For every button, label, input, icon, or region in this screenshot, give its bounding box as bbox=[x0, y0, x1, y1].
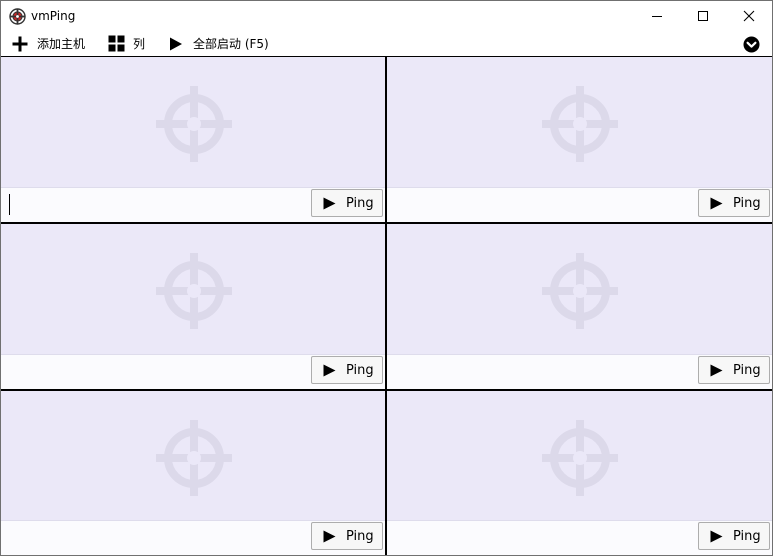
ping-button[interactable]: Ping bbox=[311, 356, 383, 384]
app-window: vmPing 添加主机 列 全部启动 (F5) Ping Ping Ping P… bbox=[0, 0, 773, 556]
ping-button-label: Ping bbox=[346, 362, 374, 378]
play-icon bbox=[709, 196, 723, 210]
probe-cell: Ping bbox=[387, 57, 772, 222]
text-caret bbox=[9, 194, 10, 215]
probe-grid: Ping Ping Ping Ping Ping Ping bbox=[1, 56, 772, 555]
probe-cell: Ping bbox=[387, 224, 772, 389]
play-icon bbox=[322, 363, 336, 377]
maximize-button[interactable] bbox=[680, 1, 726, 31]
crosshair-icon bbox=[542, 86, 618, 162]
columns-label: 列 bbox=[133, 36, 146, 51]
target-icon bbox=[9, 8, 26, 25]
host-input[interactable] bbox=[1, 521, 317, 554]
host-input[interactable] bbox=[387, 188, 703, 221]
ping-button-label: Ping bbox=[733, 362, 761, 378]
close-icon bbox=[743, 10, 755, 22]
ping-button[interactable]: Ping bbox=[311, 189, 383, 217]
play-icon bbox=[322, 196, 336, 210]
start-all-button[interactable]: 全部启动 (F5) bbox=[167, 31, 269, 56]
add-host-label: 添加主机 bbox=[37, 36, 86, 51]
maximize-icon bbox=[698, 11, 708, 21]
ping-button-label: Ping bbox=[733, 195, 761, 211]
title-bar[interactable]: vmPing bbox=[1, 1, 772, 31]
add-host-button[interactable]: 添加主机 bbox=[11, 31, 85, 56]
host-input[interactable] bbox=[1, 188, 317, 221]
close-button[interactable] bbox=[726, 1, 772, 31]
ping-button[interactable]: Ping bbox=[698, 356, 770, 384]
probe-input-bar: Ping bbox=[1, 187, 385, 222]
host-input[interactable] bbox=[387, 521, 703, 554]
probe-cell: Ping bbox=[1, 224, 385, 389]
ping-button-label: Ping bbox=[346, 528, 374, 544]
probe-cell: Ping bbox=[1, 391, 385, 555]
crosshair-icon bbox=[156, 420, 232, 496]
probe-input-bar: Ping bbox=[1, 520, 385, 555]
ping-button-label: Ping bbox=[346, 195, 374, 211]
ping-button-label: Ping bbox=[733, 528, 761, 544]
probe-cell: Ping bbox=[387, 391, 772, 555]
ping-button[interactable]: Ping bbox=[698, 189, 770, 217]
grid-icon bbox=[107, 35, 125, 53]
probe-input-bar: Ping bbox=[387, 520, 772, 555]
chevron-down-circle-icon bbox=[743, 36, 759, 52]
probe-input-bar: Ping bbox=[387, 187, 772, 222]
probe-input-bar: Ping bbox=[1, 354, 385, 389]
probe-input-bar: Ping bbox=[387, 354, 772, 389]
toolbar: 添加主机 列 全部启动 (F5) bbox=[1, 31, 772, 56]
host-input[interactable] bbox=[1, 355, 317, 388]
crosshair-icon bbox=[156, 86, 232, 162]
play-icon bbox=[322, 529, 336, 543]
minimize-button[interactable] bbox=[634, 1, 680, 31]
ping-button[interactable]: Ping bbox=[311, 522, 383, 550]
ping-button[interactable]: Ping bbox=[698, 522, 770, 550]
window-title: vmPing bbox=[31, 9, 76, 23]
play-icon bbox=[709, 363, 723, 377]
plus-icon bbox=[11, 35, 29, 53]
crosshair-icon bbox=[542, 420, 618, 496]
host-input[interactable] bbox=[387, 355, 703, 388]
play-icon bbox=[167, 35, 185, 53]
probe-cell: Ping bbox=[1, 57, 385, 222]
columns-button[interactable]: 列 bbox=[107, 31, 145, 56]
crosshair-icon bbox=[156, 253, 232, 329]
options-button[interactable] bbox=[741, 34, 761, 54]
start-all-label: 全部启动 (F5) bbox=[193, 36, 269, 51]
crosshair-icon bbox=[542, 253, 618, 329]
minimize-icon bbox=[652, 16, 662, 17]
play-icon bbox=[709, 529, 723, 543]
